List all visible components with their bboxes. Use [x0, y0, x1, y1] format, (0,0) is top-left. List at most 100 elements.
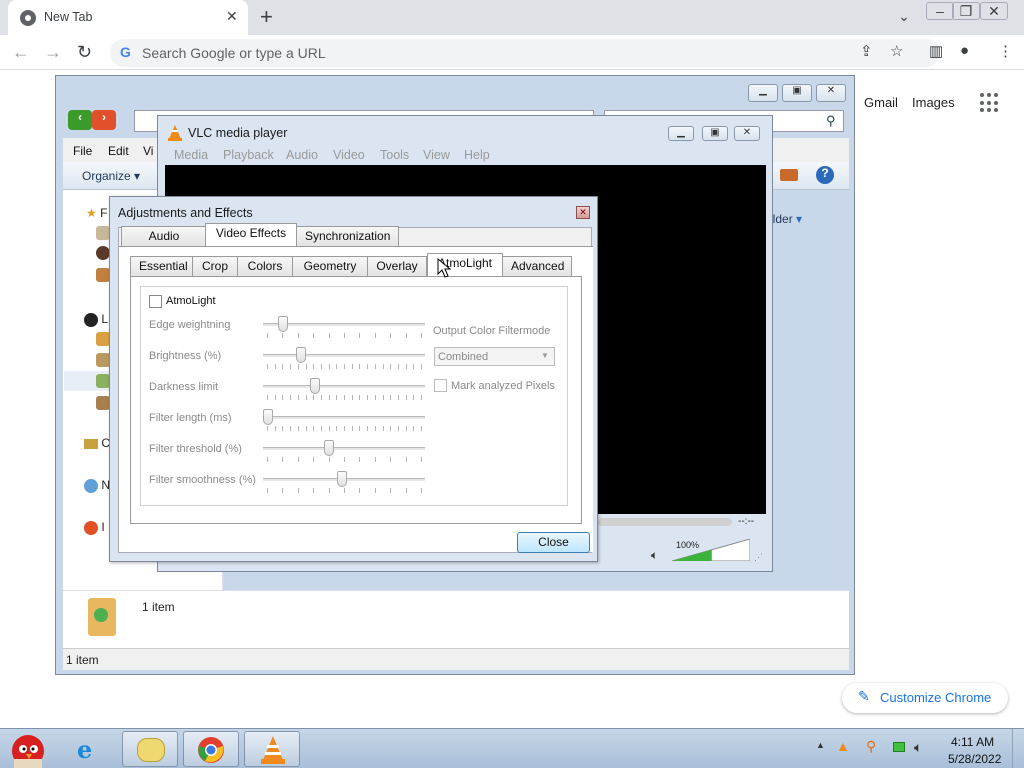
- explorer-maximize-button[interactable]: ▣: [782, 84, 812, 102]
- slider-track[interactable]: [263, 354, 425, 357]
- restore-button[interactable]: ❐: [952, 2, 980, 20]
- customize-chrome-button[interactable]: ✎ Customize Chrome: [842, 683, 1008, 713]
- music-icon[interactable]: [96, 353, 110, 367]
- subtab-overlay[interactable]: Overlay: [367, 256, 427, 276]
- explorer-menu-file[interactable]: File: [73, 144, 92, 158]
- vlc-close-button[interactable]: ✕: [734, 126, 760, 141]
- nav-favorites[interactable]: ★ F: [86, 206, 107, 220]
- dialog-close-icon[interactable]: ✕: [576, 206, 590, 219]
- slider-label: Edge weightning: [149, 319, 231, 331]
- vlc-menu-tools[interactable]: Tools: [380, 148, 409, 162]
- subtab-advanced[interactable]: Advanced: [502, 256, 572, 276]
- slider-track[interactable]: [263, 416, 425, 419]
- slider-thumb[interactable]: [263, 409, 273, 425]
- explorer-menu-view[interactable]: Vi: [143, 144, 153, 158]
- vlc-menu-playback[interactable]: Playback: [223, 148, 274, 162]
- tab-close-icon[interactable]: ✕: [226, 8, 238, 25]
- tray-vlc-icon[interactable]: ▲: [836, 738, 850, 754]
- slider-thumb[interactable]: [296, 347, 306, 363]
- address-bar[interactable]: G Search Google or type a URL: [110, 39, 940, 67]
- organize-button[interactable]: Organize ▾: [82, 169, 140, 183]
- bookmark-star-icon[interactable]: ☆: [890, 42, 903, 60]
- chevron-down-icon: ▼: [541, 351, 549, 360]
- recent-places-icon[interactable]: [96, 268, 110, 282]
- back-arrow-icon[interactable]: ←: [12, 42, 30, 63]
- slider-thumb[interactable]: [324, 440, 334, 456]
- subtab-geometry[interactable]: Geometry: [292, 256, 368, 276]
- vlc-menu-audio[interactable]: Audio: [286, 148, 318, 162]
- slider-ticks: [263, 488, 425, 494]
- close-window-button[interactable]: ✕: [980, 2, 1008, 20]
- tray-battery-icon[interactable]: [893, 742, 905, 752]
- preview-pane-icon[interactable]: [780, 169, 798, 181]
- explorer-forward-icon[interactable]: ›: [92, 110, 116, 130]
- profile-avatar-icon[interactable]: ●: [960, 42, 969, 59]
- explorer-close-button[interactable]: ✕: [816, 84, 846, 102]
- images-link[interactable]: Images: [912, 95, 955, 110]
- share-icon[interactable]: ⇪: [860, 42, 873, 60]
- nav-libraries[interactable]: L: [84, 312, 108, 327]
- tab-audio-effects[interactable]: Audio Effects: [121, 226, 207, 262]
- resize-grip-icon[interactable]: ⋰: [754, 552, 763, 563]
- vlc-menu-view[interactable]: View: [423, 148, 450, 162]
- downloads-icon[interactable]: [96, 246, 110, 260]
- taskbar-chrome[interactable]: [183, 731, 239, 767]
- taskbar-vlc[interactable]: [244, 731, 300, 767]
- google-apps-icon[interactable]: [980, 93, 1000, 113]
- explorer-back-icon[interactable]: ‹: [68, 110, 92, 130]
- explorer-menu-edit[interactable]: Edit: [108, 144, 129, 158]
- taskbar-ie[interactable]: e: [62, 731, 118, 767]
- vlc-menu-video[interactable]: Video: [333, 148, 365, 162]
- explorer-status-bar: 1 item: [63, 648, 849, 670]
- close-button[interactable]: Close: [517, 532, 590, 553]
- gmail-link[interactable]: Gmail: [864, 95, 898, 110]
- nav-computer[interactable]: C: [84, 436, 110, 450]
- documents-icon[interactable]: [96, 332, 110, 346]
- desktop-icon[interactable]: [96, 226, 110, 240]
- nav-flash-label: I: [101, 520, 105, 534]
- help-icon[interactable]: ?: [816, 166, 834, 184]
- tray-expand-icon[interactable]: ▲: [816, 740, 825, 750]
- search-icon[interactable]: ⚲: [826, 113, 836, 129]
- output-filtermode-label: Output Color Filtermode: [433, 325, 551, 337]
- explorer-minimize-button[interactable]: ▁: [748, 84, 778, 102]
- vlc-minimize-button[interactable]: ▁: [668, 126, 694, 141]
- taskbar-explorer[interactable]: [122, 731, 178, 767]
- show-desktop-button[interactable]: [1012, 729, 1024, 768]
- subtab-crop[interactable]: Crop: [192, 256, 238, 276]
- tab-synchronization[interactable]: Synchronization: [296, 226, 399, 246]
- forward-arrow-icon[interactable]: →: [44, 42, 62, 63]
- nav-flash[interactable]: I: [84, 520, 105, 535]
- vlc-seek-bar[interactable]: [598, 518, 732, 526]
- vlc-cone-icon: [168, 125, 182, 141]
- slider-track[interactable]: [263, 447, 425, 450]
- vlc-menu-media[interactable]: Media: [174, 148, 208, 162]
- filtermode-select[interactable]: Combined ▼: [434, 347, 555, 366]
- tray-search-icon[interactable]: ⚲: [866, 738, 876, 755]
- start-button-angry-bird-icon[interactable]: [6, 729, 52, 768]
- nav-network[interactable]: N: [84, 478, 110, 493]
- speaker-icon[interactable]: 🔈︎: [651, 548, 658, 563]
- slider-track[interactable]: [263, 385, 425, 388]
- chrome-menu-icon[interactable]: ⋮: [998, 42, 1013, 60]
- clock-time[interactable]: 4:11 AM: [951, 735, 994, 749]
- slider-ticks: [263, 457, 425, 463]
- tab-search-chevron-icon[interactable]: ⌄: [890, 8, 918, 26]
- vlc-menu-help[interactable]: Help: [464, 148, 490, 162]
- side-panel-icon[interactable]: ▥: [929, 42, 943, 60]
- subtab-essential[interactable]: Essential: [130, 256, 193, 276]
- slider-thumb[interactable]: [278, 316, 288, 332]
- subtab-colors[interactable]: Colors: [237, 256, 293, 276]
- videos-icon[interactable]: [96, 396, 110, 410]
- vlc-maximize-button[interactable]: ▣: [702, 126, 728, 141]
- clock-date[interactable]: 5/28/2022: [948, 752, 1001, 766]
- slider-thumb[interactable]: [310, 378, 320, 394]
- new-tab-button[interactable]: +: [260, 4, 273, 30]
- slider-thumb[interactable]: [337, 471, 347, 487]
- reload-icon[interactable]: ↻: [77, 42, 92, 63]
- tab-video-effects[interactable]: Video Effects: [205, 223, 297, 246]
- browser-tab[interactable]: New Tab ✕: [8, 0, 248, 35]
- tray-volume-icon[interactable]: 🔈︎: [914, 739, 922, 756]
- mark-pixels-checkbox[interactable]: [434, 379, 447, 392]
- minimize-button[interactable]: ‒: [926, 2, 954, 20]
